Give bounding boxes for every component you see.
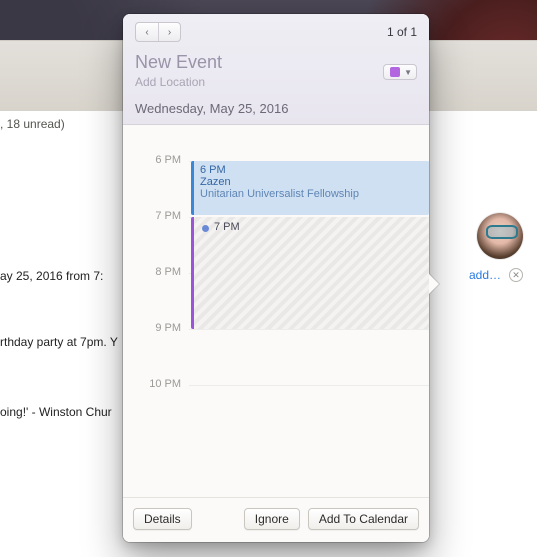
existing-event-block[interactable]: 6 PM Zazen Unitarian Universalist Fellow… — [191, 161, 429, 215]
event-start-time: 6 PM — [200, 164, 423, 176]
chevron-right-icon: › — [168, 27, 171, 38]
add-to-calendar-button[interactable]: Add To Calendar — [308, 508, 419, 530]
hour-label: 9 PM — [123, 322, 181, 334]
add-link[interactable]: add… — [469, 268, 501, 282]
nav-pair: ‹ › — [135, 22, 181, 42]
popover-footer: Details Ignore Add To Calendar — [123, 497, 429, 542]
event-location-input[interactable]: Add Location — [135, 75, 417, 89]
timeline: 6 PM 7 PM 8 PM 9 PM 10 PM 6 PM — [123, 125, 429, 497]
event-title-input[interactable]: New Event — [135, 52, 417, 73]
event-location-text: Unitarian Universalist Fellowship — [200, 188, 423, 200]
page-indicator: 1 of 1 — [387, 25, 417, 39]
event-name: Zazen — [200, 176, 423, 188]
mailbox-unread-count: , 18 unread) — [0, 117, 65, 131]
hour-gridline — [189, 385, 429, 386]
mail-body-fragment-1: rthday party at 7pm. Y — [0, 335, 118, 349]
popover-tail — [429, 274, 439, 294]
hour-label: 8 PM — [123, 266, 181, 278]
ignore-button[interactable]: Ignore — [244, 508, 300, 530]
hour-label: 10 PM — [123, 378, 181, 390]
details-button[interactable]: Details — [133, 508, 192, 530]
calendar-picker[interactable]: ▼ — [383, 64, 417, 80]
mail-date-fragment: ay 25, 2016 from 7: — [0, 269, 103, 283]
dismiss-banner-button[interactable]: ✕ — [509, 268, 523, 282]
sender-avatar — [477, 213, 523, 259]
event-date: Wednesday, May 25, 2016 — [135, 101, 417, 116]
event-popover: ‹ › 1 of 1 New Event Add Location ▼ Wedn… — [123, 14, 429, 542]
suggested-event-block[interactable]: 7 PM — [191, 217, 429, 329]
next-button[interactable]: › — [158, 23, 180, 41]
chevron-down-icon: ▼ — [404, 68, 412, 77]
mail-body-fragment-2: oing!' - Winston Chur — [0, 405, 112, 419]
hour-label: 7 PM — [123, 210, 181, 222]
chevron-left-icon: ‹ — [145, 27, 148, 38]
suggested-event-dot-icon — [202, 225, 209, 232]
hour-gridline — [189, 329, 429, 330]
prev-button[interactable]: ‹ — [136, 23, 158, 41]
timeline-area[interactable]: 6 PM 7 PM 8 PM 9 PM 10 PM 6 PM — [123, 125, 429, 497]
suggested-event-start-time: 7 PM — [214, 221, 240, 233]
popover-header: ‹ › 1 of 1 New Event Add Location ▼ Wedn… — [123, 14, 429, 125]
calendar-color-swatch — [390, 67, 400, 77]
hour-label: 6 PM — [123, 154, 181, 166]
